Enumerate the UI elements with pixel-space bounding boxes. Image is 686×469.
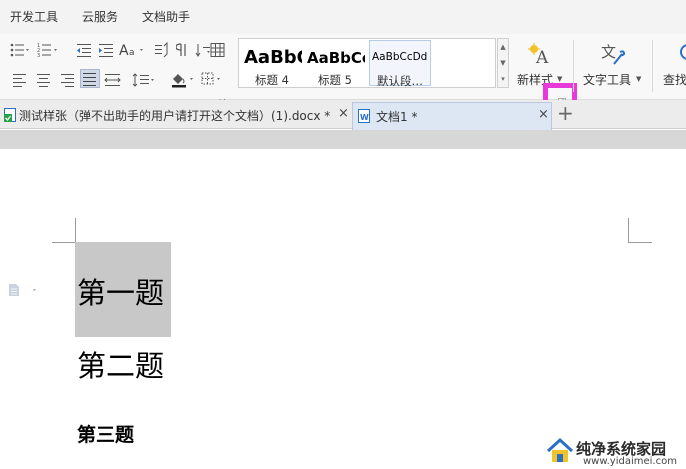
find-icon [680, 44, 686, 60]
style-item-heading5[interactable]: AaBbCc 标题 5 [305, 39, 367, 87]
style-label-heading5: 标题 5 [318, 73, 352, 87]
paragraph-handle-icon[interactable] [8, 282, 38, 296]
align-left-icon[interactable] [12, 72, 28, 87]
menu-tab-developer-tools[interactable]: 开发工具 [10, 8, 58, 25]
gallery-down-icon[interactable]: ▼ [498, 55, 508, 71]
find-button[interactable]: 查找 [658, 40, 686, 90]
show-hide-marks-icon[interactable] [175, 42, 190, 58]
find-label: 查找 [663, 73, 686, 87]
new-tab-icon[interactable]: + [557, 102, 574, 124]
numbered-list-icon[interactable]: 1 2 3 [37, 42, 65, 59]
crop-mark-left-horizontal [52, 242, 76, 243]
border-icon[interactable] [200, 71, 226, 87]
justify-icon [83, 73, 96, 86]
tab-test-document-title: 测试样张（弹不出助手的用户请打开这个文档）(1).docx * [19, 109, 331, 123]
table-grid-icon[interactable] [209, 42, 227, 58]
crop-mark-right-horizontal [628, 242, 652, 243]
style-preview-heading4: AaBbC [244, 47, 302, 68]
styles-dialog-launcher-icon[interactable] [558, 91, 566, 106]
bullet-list-icon[interactable] [10, 42, 32, 58]
line-spacing-icon[interactable] [132, 72, 158, 87]
menu-tab-document-assistant[interactable]: 文档助手 [142, 8, 190, 25]
new-style-icon: A [528, 43, 549, 66]
svg-text:3: 3 [37, 53, 40, 58]
crop-mark-left-vertical [75, 218, 76, 242]
paragraph-settings-launcher-icon[interactable] [219, 90, 226, 105]
style-label-heading4: 标题 4 [255, 73, 289, 87]
distributed-align-icon[interactable] [104, 72, 122, 86]
svg-text:a: a [129, 48, 135, 58]
menu-bar: 开发工具 云服务 文档助手 [0, 0, 686, 34]
chinese-layout-icon[interactable] [153, 41, 171, 58]
tab-document1-title: 文档1 * [376, 110, 418, 124]
text-tools-icon: 文 [601, 43, 626, 65]
svg-text:A: A [119, 43, 129, 58]
increase-indent-icon[interactable] [97, 42, 115, 58]
shading-color-icon[interactable] [170, 70, 200, 88]
crop-mark-right-vertical [628, 218, 629, 242]
text-tools-button[interactable]: 文 文字工具 ▼ [580, 40, 646, 90]
style-item-heading4[interactable]: AaBbC 标题 4 [241, 39, 303, 87]
gallery-expand-icon[interactable]: ▾ [498, 71, 508, 87]
document-heading-1[interactable]: 第一题 [77, 270, 164, 312]
watermark-logo: 纯净系统家园 www.yidaimei.com [546, 435, 686, 469]
style-gallery: AaBbC 标题 4 AaBbCc 标题 5 AaBbCcDd 默认段… [238, 38, 496, 88]
justify-button[interactable] [80, 69, 100, 88]
style-item-default-paragraph[interactable]: AaBbCcDd 默认段… [369, 40, 431, 88]
svg-text:A: A [535, 48, 549, 66]
gallery-up-icon[interactable]: ▲ [498, 39, 508, 55]
tab-document1-close-icon[interactable]: × [538, 107, 549, 122]
decrease-indent-icon[interactable] [75, 42, 93, 58]
align-center-icon[interactable] [36, 72, 52, 87]
ribbon-separator-2 [652, 40, 653, 92]
tab-document1[interactable]: W 文档1 * × [352, 102, 552, 130]
text-tools-label: 文字工具 [583, 73, 632, 87]
word-doc-check-icon [4, 108, 16, 122]
text-tools-caret-icon: ▼ [636, 75, 642, 83]
menu-tab-cloud-service[interactable]: 云服务 [82, 8, 118, 25]
align-right-icon[interactable] [60, 72, 76, 87]
workspace-gutter [0, 130, 686, 149]
watermark-house-icon [546, 437, 574, 462]
tab-test-document-close-icon[interactable]: × [338, 106, 349, 121]
style-gallery-scroll[interactable]: ▲ ▼ ▾ [497, 38, 509, 88]
svg-text:文: 文 [601, 43, 616, 61]
new-style-caret-icon: ▼ [557, 75, 563, 83]
text-case-icon[interactable]: A a [119, 40, 147, 59]
style-preview-heading5: AaBbCc [307, 49, 365, 67]
tab-test-document[interactable]: 测试样张（弹不出助手的用户请打开这个文档）(1).docx * × [0, 102, 352, 128]
svg-text:W: W [360, 113, 369, 122]
document-heading-3[interactable]: 第三题 [77, 420, 134, 447]
style-preview-default: AaBbCcDd [372, 51, 428, 63]
watermark-url: www.yidaimei.com [583, 456, 677, 467]
ribbon-separator [573, 40, 574, 92]
document-heading-2[interactable]: 第二题 [77, 343, 164, 385]
style-label-default: 默认段… [377, 74, 423, 88]
word-doc-icon: W [358, 109, 370, 123]
